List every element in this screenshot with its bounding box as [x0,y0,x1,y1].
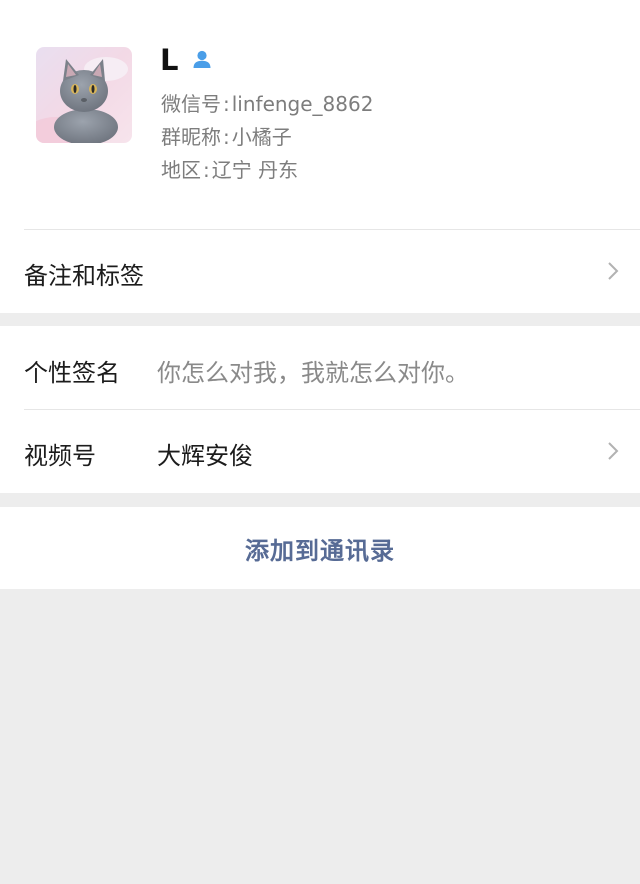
name-row: L [160,42,215,78]
remark-tags-label: 备注和标签 [24,262,144,290]
group-nickname-value: 小橘子 [231,125,292,149]
avatar[interactable] [36,47,132,143]
wechat-id-value[interactable]: linfenge_8862 [232,92,374,116]
display-name: L [160,43,179,77]
wechat-id-label: 微信号 [161,92,221,116]
chevron-right-icon [608,442,619,460]
signature-row: 个性签名 你怎么对我，我就怎么对你。 [0,326,640,409]
channels-value: 大辉安俊 [157,442,253,470]
group-nickname-label: 群昵称 [161,125,221,149]
wechat-id-line: 微信号: linfenge_8862 [161,92,374,116]
divider [24,409,640,410]
cat-avatar-image [36,47,132,143]
region-value: 辽宁 丹东 [211,158,299,182]
signature-value: 你怎么对我，我就怎么对你。 [157,359,469,387]
region-label: 地区 [161,158,201,182]
chevron-right-icon [608,262,619,280]
add-to-contacts-label: 添加到通讯录 [245,536,395,565]
remark-tags-row[interactable]: 备注和标签 [0,229,640,313]
signature-label: 个性签名 [24,359,120,387]
profile-header: L 微信号: linfenge_8862 群昵称: 小橘子 地区: 辽宁 丹东 [0,0,640,229]
channels-row[interactable]: 视频号 大辉安俊 [0,409,640,493]
channels-label: 视频号 [24,442,96,470]
region-line: 地区: 辽宁 丹东 [161,158,299,182]
male-user-icon [193,50,211,68]
group-nickname-line: 群昵称: 小橘子 [161,125,292,149]
divider [24,229,640,230]
add-to-contacts-button[interactable]: 添加到通讯录 [0,507,640,589]
